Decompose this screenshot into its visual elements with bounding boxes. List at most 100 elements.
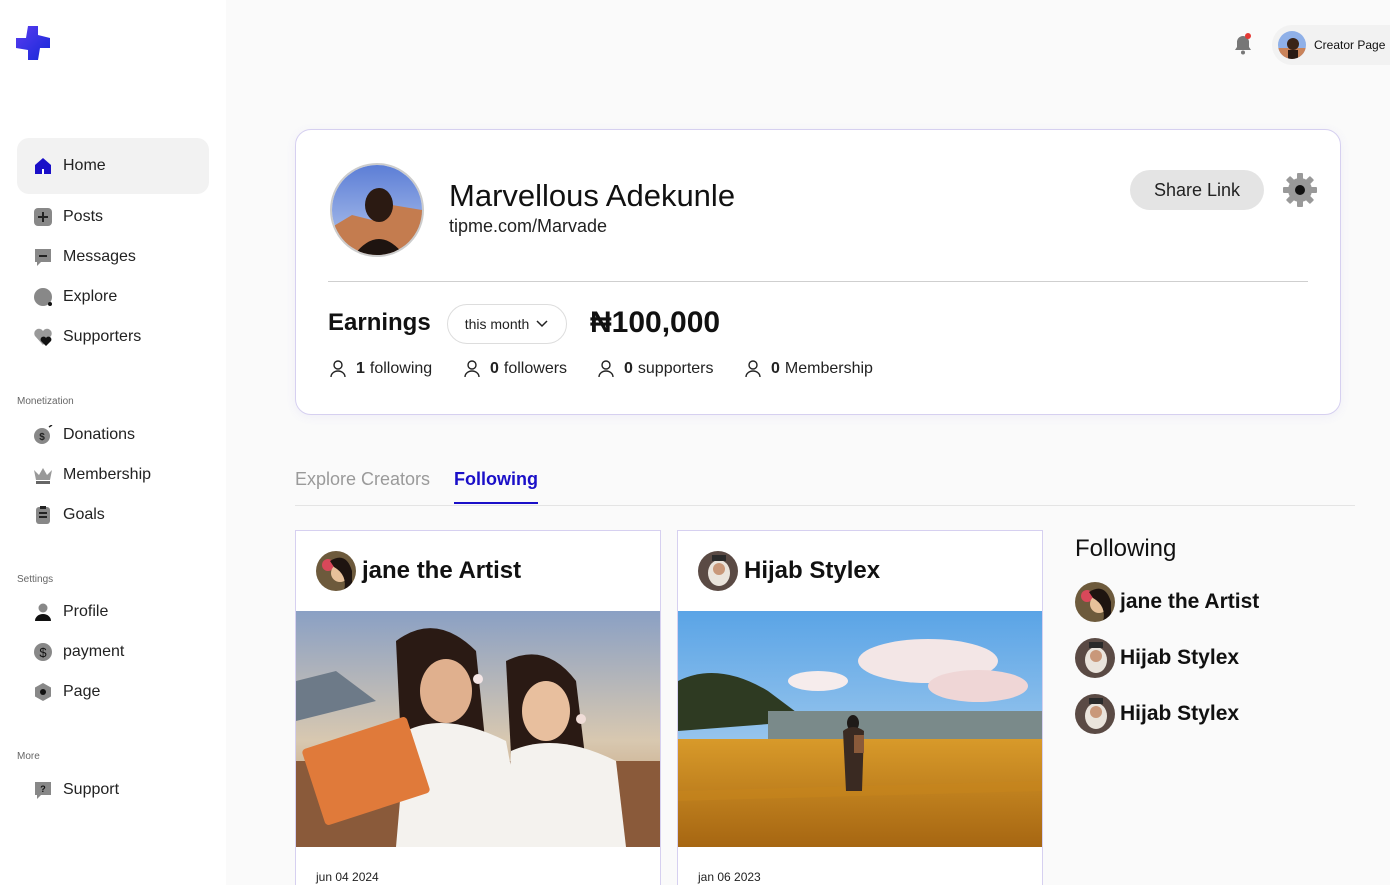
person-icon [464,360,480,378]
svg-text:$: $ [39,645,47,660]
compass-icon [33,287,53,307]
sidebar: Home Posts Messages Explore Supporters M… [0,0,226,885]
message-icon [33,247,53,267]
following-item[interactable]: Hijab Stylex [1075,638,1239,678]
sidebar-item-supporters[interactable]: Supporters [17,317,209,357]
person-icon [598,360,614,378]
avatar [1075,694,1115,734]
sidebar-item-page[interactable]: Page [17,672,209,712]
stat-label: following [369,360,433,377]
stat-count: 0 [490,360,499,377]
dollar-bag-icon: $ [33,425,53,445]
sidebar-item-label: Membership [63,466,152,483]
following-name: jane the Artist [1120,590,1260,613]
following-item[interactable]: jane the Artist [1075,582,1259,622]
post-image[interactable] [296,611,660,847]
sidebar-item-donations[interactable]: $ Donations [17,415,209,455]
sidebar-item-label: Support [63,781,120,798]
creator-page-label: Creator Page [1314,38,1386,52]
share-link-button[interactable]: Share Link [1130,170,1264,210]
earnings-label: Earnings [328,309,431,336]
section-settings: Settings [17,574,54,585]
post-header: Hijab Stylex [698,551,880,591]
period-dropdown[interactable]: this month [447,304,567,344]
section-more: More [17,751,40,762]
sidebar-item-label: Posts [63,208,104,225]
stat-label: followers [503,360,568,377]
avatar [1075,638,1115,678]
sidebar-item-goals[interactable]: Goals [17,495,209,535]
sidebar-item-label: Explore [63,288,118,305]
period-value: this month [464,316,530,332]
svg-text:$: $ [39,432,45,443]
following-item[interactable]: Hijab Stylex [1075,694,1239,734]
sidebar-item-label: Home [63,157,106,174]
bell-icon[interactable] [1233,33,1253,55]
section-monetization: Monetization [17,396,74,407]
stat-membership[interactable]: 0 Membership [745,360,873,378]
tab-following[interactable]: Following [454,469,538,490]
sidebar-item-label: Donations [63,426,136,443]
dollar-circle-icon: $ [33,642,53,662]
stat-count: 0 [771,360,780,377]
hexagon-icon [33,682,53,702]
post-image[interactable] [678,611,1042,847]
divider [328,281,1308,282]
profile-link[interactable]: tipme.com/Marvade [449,216,607,237]
sidebar-item-home[interactable]: Home [17,138,209,194]
creator-page-button[interactable]: Creator Page [1272,25,1390,65]
following-name: Hijab Stylex [1120,646,1240,669]
person-icon [330,360,346,378]
sidebar-item-label: payment [63,643,125,660]
sidebar-item-label: Page [63,683,101,700]
sidebar-item-label: Supporters [63,328,142,345]
profile-card: Marvellous Adekunle tipme.com/Marvade Sh… [295,129,1341,415]
sidebar-item-label: Profile [63,603,109,620]
following-title: Following [1075,535,1177,562]
profile-avatar [330,163,424,257]
stat-followers[interactable]: 0 followers [464,360,567,378]
sidebar-item-payment[interactable]: $ payment [17,632,209,672]
stat-supporters[interactable]: 0 supporters [598,360,714,378]
post-card[interactable]: Hijab Stylex jan 06 2023 [677,530,1043,885]
sidebar-item-label: Messages [63,248,136,265]
tab-explore-creators[interactable]: Explore Creators [295,469,430,490]
avatar [1278,31,1306,59]
sidebar-item-membership[interactable]: Membership [17,455,209,495]
stat-count: 1 [356,360,365,377]
heart-icon [33,327,53,347]
avatar [1075,582,1115,622]
home-icon [33,156,53,176]
chevron-down-icon [536,320,548,328]
profile-name: Marvellous Adekunle [449,178,736,213]
app-logo[interactable] [16,26,50,60]
clipboard-icon [33,505,53,525]
avatar[interactable] [316,551,356,591]
active-tab-indicator [454,502,538,504]
post-card[interactable]: jane the Artist jun 04 2024 [295,530,661,885]
crown-icon [33,465,53,485]
sidebar-item-profile[interactable]: Profile [17,592,209,632]
avatar[interactable] [698,551,738,591]
post-author[interactable]: jane the Artist [362,557,521,585]
earnings-value: ₦100,000 [590,306,721,339]
svg-text:?: ? [40,784,46,794]
tabs-divider [295,505,1355,506]
sidebar-item-posts[interactable]: Posts [17,197,209,237]
stat-label: supporters [637,360,714,377]
user-icon [33,602,53,622]
stat-count: 0 [624,360,633,377]
post-author[interactable]: Hijab Stylex [744,557,880,585]
sidebar-item-support[interactable]: ? Support [17,770,209,810]
sidebar-item-explore[interactable]: Explore [17,277,209,317]
sidebar-item-messages[interactable]: Messages [17,237,209,277]
sidebar-item-label: Goals [63,506,105,523]
post-date: jun 04 2024 [316,870,379,884]
person-icon [745,360,761,378]
help-message-icon: ? [33,780,53,800]
stat-following[interactable]: 1 following [330,360,432,378]
gear-icon[interactable] [1282,172,1318,208]
following-name: Hijab Stylex [1120,702,1240,725]
post-header: jane the Artist [316,551,521,591]
post-date: jan 06 2023 [698,870,761,884]
